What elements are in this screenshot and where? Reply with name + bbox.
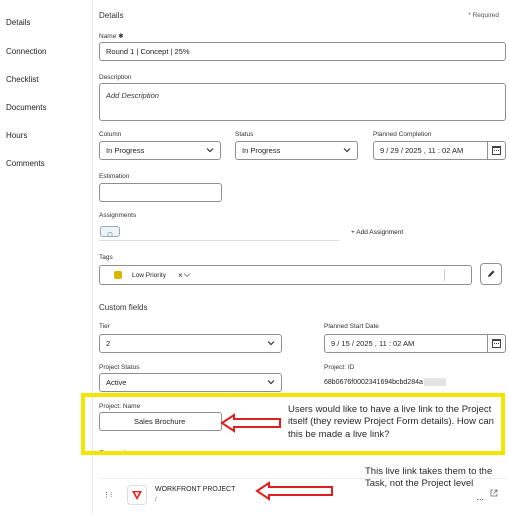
sidebar: Details Connection Checklist Documents H… (0, 0, 92, 513)
column-label: Column (99, 131, 122, 138)
more-options-button[interactable]: ... (476, 492, 484, 502)
planned-completion-value: 9 / 29 / 2025 , 11 : 02 AM (380, 146, 464, 155)
project-id-value: 68b0676f0002341694bcbd284a (324, 378, 446, 386)
annotation-note-1: Users would like to have a live link to … (288, 404, 494, 440)
red-arrow-1 (220, 413, 282, 433)
connection-item-subtitle: / (155, 497, 157, 503)
drag-handle-icon[interactable]: ⋮⁝ (103, 491, 112, 499)
required-note: * Required (468, 12, 499, 19)
description-textarea[interactable]: Add Description (99, 83, 506, 121)
description-label: Description (99, 74, 132, 81)
chevron-down-icon (267, 340, 275, 348)
section-title-details: Details (99, 11, 124, 20)
estimation-input[interactable] (99, 183, 222, 202)
assignments-field[interactable] (99, 223, 339, 241)
tags-label: Tags (99, 254, 113, 261)
column-select[interactable]: In Progress (99, 141, 221, 160)
name-input[interactable]: Round 1 | Concept | 25% (99, 42, 506, 61)
chevron-down-icon[interactable] (183, 271, 191, 280)
red-arrow-2 (255, 481, 335, 501)
connection-item-title[interactable]: WORKFRONT PROJECT (155, 486, 235, 493)
name-label: Name ✱ (99, 33, 124, 40)
chevron-down-icon (343, 147, 351, 155)
tags-input[interactable]: Low Priority × (99, 265, 472, 285)
planned-start-field[interactable]: 9 / 15 / 2025 , 11 : 02 AM (324, 334, 506, 353)
section-title-custom-fields: Custom fields (99, 303, 148, 312)
pencil-icon (488, 270, 495, 277)
tag-color-swatch (114, 271, 122, 279)
tier-label: Tier (99, 323, 110, 330)
project-status-value: Active (106, 378, 127, 387)
sidebar-item-comments[interactable]: Comments (6, 159, 45, 168)
redacted-block (423, 378, 446, 386)
project-id-label: Project: ID (324, 364, 355, 371)
description-placeholder: Add Description (106, 91, 159, 100)
chevron-down-icon (267, 379, 275, 387)
planned-start-label: Planned Start Date (324, 323, 379, 330)
annotation-note-2: This live link takes them to the Task, n… (365, 466, 493, 490)
status-select[interactable]: In Progress (235, 141, 358, 160)
add-assignment-button[interactable]: + Add Assignment (351, 229, 403, 236)
project-status-select[interactable]: Active (99, 373, 282, 392)
sidebar-item-connection[interactable]: Connection (6, 47, 46, 56)
status-value: In Progress (242, 146, 281, 155)
sidebar-item-checklist[interactable]: Checklist (6, 75, 38, 84)
avatar (100, 226, 120, 238)
tag-label: Low Priority (132, 271, 166, 279)
planned-completion-field[interactable]: 9 / 29 / 2025 , 11 : 02 AM (373, 141, 506, 160)
calendar-button[interactable] (487, 141, 505, 160)
sidebar-item-hours[interactable]: Hours (6, 131, 27, 140)
planned-start-value: 9 / 15 / 2025 , 11 : 02 AM (331, 339, 415, 348)
calendar-icon (492, 146, 501, 155)
name-value: Round 1 | Concept | 25% (106, 47, 190, 56)
project-status-label: Project Status (99, 364, 140, 371)
estimation-label: Estimation (99, 173, 130, 180)
sidebar-item-details[interactable]: Details (6, 18, 30, 27)
status-label: Status (235, 131, 254, 138)
calendar-icon (492, 339, 501, 348)
assignments-label: Assignments (99, 212, 137, 219)
planned-completion-label: Planned Completion (373, 131, 432, 138)
chevron-down-icon (206, 147, 214, 155)
tier-select[interactable]: 2 (99, 334, 282, 353)
column-value: In Progress (106, 146, 145, 155)
sidebar-item-documents[interactable]: Documents (6, 103, 46, 112)
calendar-button[interactable] (487, 334, 505, 353)
workfront-logo-icon (127, 485, 147, 505)
divider (444, 269, 445, 281)
tier-value: 2 (106, 339, 111, 348)
edit-tags-button[interactable] (480, 263, 502, 285)
